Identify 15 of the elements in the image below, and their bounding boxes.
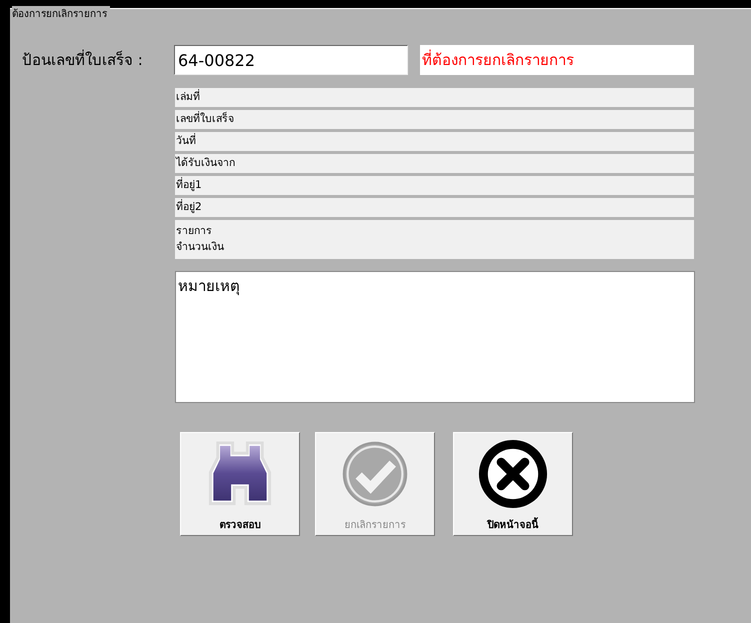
- receipt-label: ป้อนเลขที่ใบเสร็จ :: [22, 48, 144, 71]
- hint-text: ที่ต้องการยกเลิกรายการ: [420, 45, 694, 75]
- info-label: ได้รับเงินจาก: [176, 156, 236, 171]
- receipt-input-field[interactable]: 64-00822: [174, 45, 408, 75]
- info-label: ที่อยู่2: [176, 199, 203, 215]
- info-label: จำนวนเงิน: [176, 240, 225, 255]
- action-button[interactable]: ตรวจสอบ: [180, 432, 300, 536]
- close-icon: [476, 437, 550, 511]
- remarks-field[interactable]: หมายเหตุ: [175, 271, 695, 403]
- action-button[interactable]: ปิดหน้าจอนี้: [453, 432, 573, 536]
- info-label: เลขที่ใบเสร็จ: [176, 111, 235, 127]
- info-label: ที่อยู่1: [176, 177, 203, 193]
- info-label: รายการ: [176, 224, 213, 239]
- info-label: วันที่: [176, 133, 197, 149]
- info-label: เล่มที่: [176, 89, 201, 105]
